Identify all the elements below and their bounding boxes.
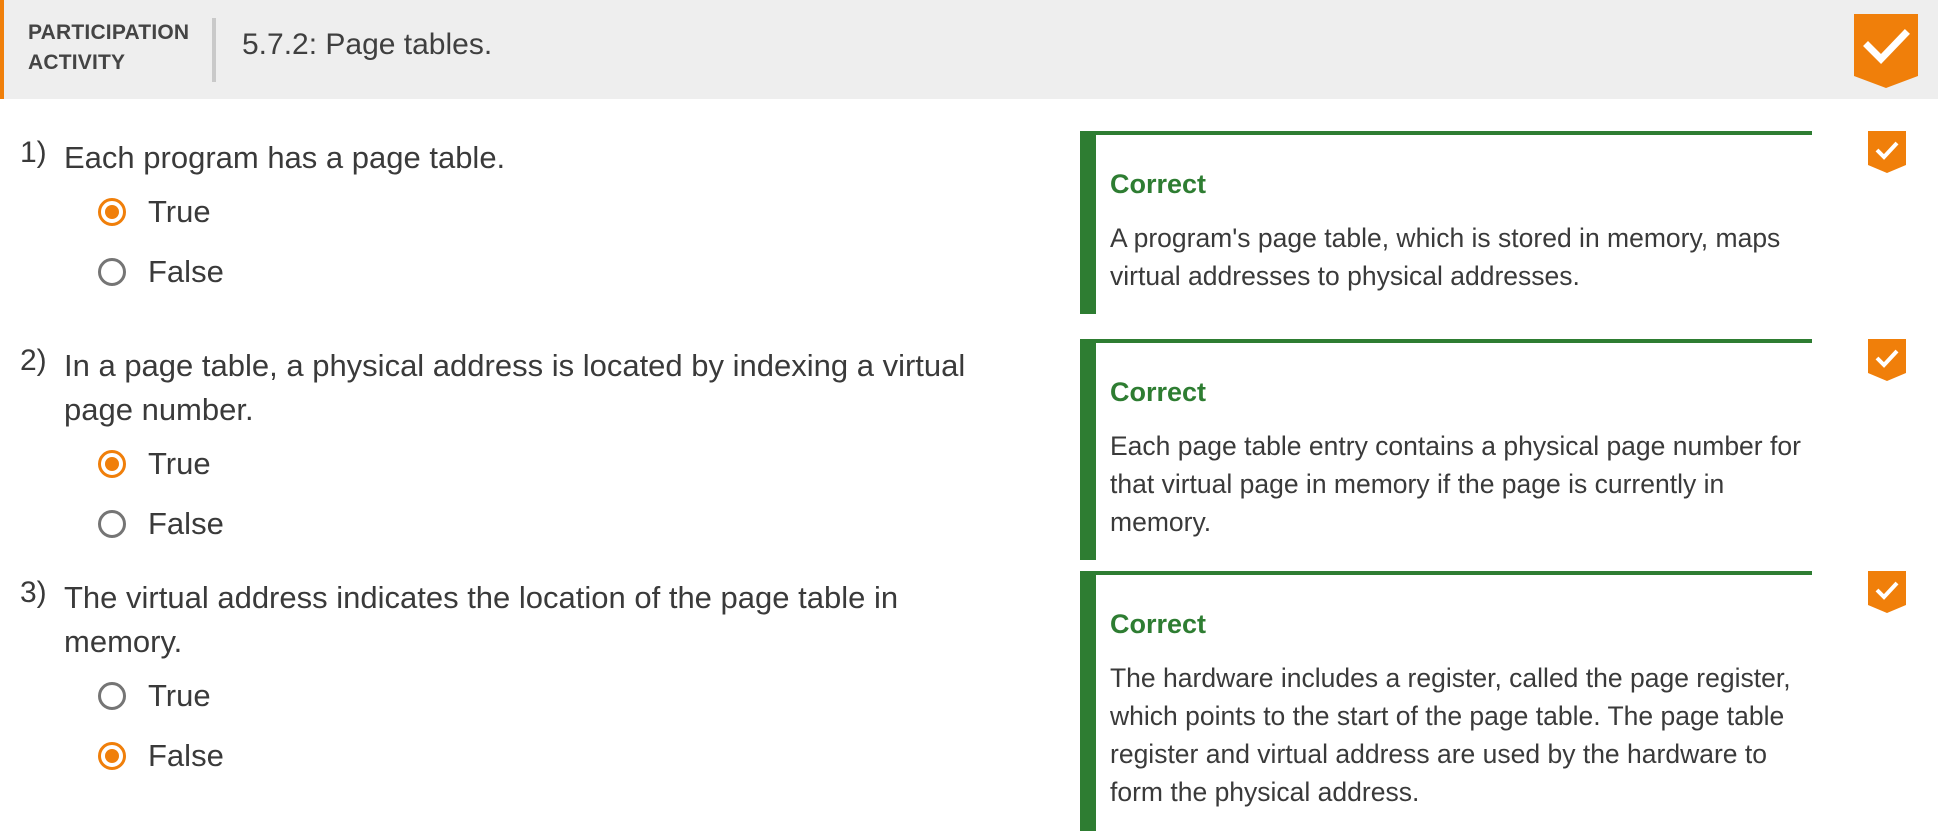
option-false[interactable]: False bbox=[98, 504, 224, 544]
radio-unselected-icon[interactable] bbox=[98, 258, 126, 286]
feedback-explanation: The hardware includes a register, called… bbox=[1110, 663, 1791, 807]
activity-type-label: PARTICIPATION ACTIVITY bbox=[28, 18, 208, 78]
option-true[interactable]: True bbox=[98, 676, 211, 716]
question-1-check-icon bbox=[1868, 131, 1906, 173]
question-3-check-icon bbox=[1868, 571, 1906, 613]
question-text: The virtual address indicates the locati… bbox=[64, 580, 899, 659]
question-2-check-icon bbox=[1868, 339, 1906, 381]
feedback-box-3: Correct The hardware includes a register… bbox=[1080, 571, 1812, 831]
option-false[interactable]: False bbox=[98, 736, 224, 776]
option-label: False bbox=[148, 738, 224, 773]
option-false[interactable]: False bbox=[98, 252, 224, 292]
option-label: False bbox=[148, 506, 224, 541]
question-number: 1) bbox=[20, 136, 47, 169]
option-true[interactable]: True bbox=[98, 444, 211, 484]
radio-unselected-icon[interactable] bbox=[98, 682, 126, 710]
activity-type-line1: PARTICIPATION bbox=[28, 21, 190, 44]
question-text: In a page table, a physical address is l… bbox=[64, 348, 966, 427]
activity-header: PARTICIPATION ACTIVITY 5.7.2: Page table… bbox=[0, 0, 1938, 99]
question-text: Each program has a page table. bbox=[64, 140, 506, 175]
option-label: False bbox=[148, 254, 224, 289]
activity-type-line2: ACTIVITY bbox=[28, 51, 126, 74]
option-label: True bbox=[148, 446, 211, 481]
header-divider bbox=[212, 18, 216, 82]
activity-title: 5.7.2: Page tables. bbox=[242, 28, 493, 61]
radio-unselected-icon[interactable] bbox=[98, 510, 126, 538]
feedback-box-2: Correct Each page table entry contains a… bbox=[1080, 339, 1812, 560]
radio-selected-icon[interactable] bbox=[98, 198, 126, 226]
question-number: 3) bbox=[20, 576, 47, 609]
question-number: 2) bbox=[20, 344, 47, 377]
radio-selected-icon[interactable] bbox=[98, 450, 126, 478]
feedback-status: Correct bbox=[1110, 609, 1207, 639]
feedback-explanation: A program's page table, which is stored … bbox=[1110, 223, 1781, 291]
option-true[interactable]: True bbox=[98, 192, 211, 232]
feedback-explanation: Each page table entry contains a physica… bbox=[1110, 431, 1801, 537]
option-label: True bbox=[148, 678, 211, 713]
feedback-status: Correct bbox=[1110, 377, 1207, 407]
feedback-status: Correct bbox=[1110, 169, 1207, 199]
completion-checkmark-icon bbox=[1854, 14, 1918, 88]
feedback-box-1: Correct A program's page table, which is… bbox=[1080, 131, 1812, 314]
radio-selected-icon[interactable] bbox=[98, 742, 126, 770]
option-label: True bbox=[148, 194, 211, 229]
